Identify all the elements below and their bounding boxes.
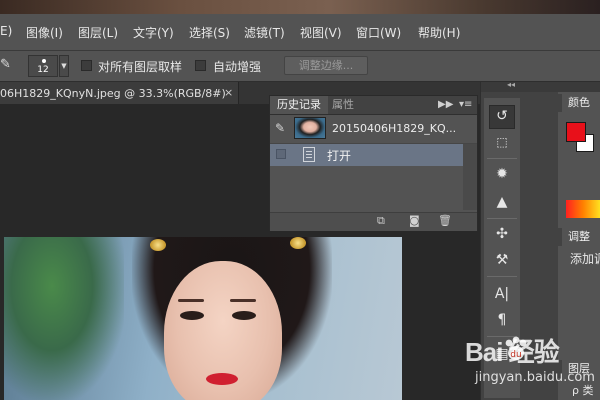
photo-foliage (4, 237, 124, 400)
brush-presets-icon[interactable]: ⚒ (490, 250, 514, 270)
panel-collapse-icon[interactable]: ▶▶ (438, 96, 453, 114)
photo-eye (180, 311, 204, 320)
document-tab[interactable]: 06H1829_KQnyN.jpeg @ 33.3%(RGB/8#) × (0, 82, 239, 104)
close-icon[interactable]: × (224, 86, 233, 99)
new-document-from-state-icon[interactable]: ⧉ (377, 214, 385, 228)
photo-eyebrow (178, 299, 204, 302)
document-icon (303, 147, 315, 162)
history-snapshot-row[interactable]: ✎ 20150406H1829_KQ... (270, 115, 477, 144)
paragraph-icon[interactable]: ¶ (490, 310, 514, 330)
menu-view[interactable]: 视图(V) (300, 24, 342, 41)
svg-text:du: du (510, 350, 521, 360)
brush-tip-icon (42, 59, 46, 63)
photo-face (164, 261, 282, 400)
menu-bar: E) 图像(I) 图层(L) 文字(Y) 选择(S) 滤镜(T) 视图(V) 窗… (0, 14, 600, 51)
menu-layer[interactable]: 图层(L) (78, 24, 118, 41)
quick-selection-tool-icon[interactable]: ✎ (0, 57, 11, 72)
history-brush-source-icon[interactable]: ✎ (275, 121, 285, 135)
history-panel-tabs: 历史记录 属性 ▶▶ ▾≡ (270, 96, 477, 115)
menu-help[interactable]: 帮助(H) (418, 24, 460, 41)
options-bar: ✎ 12 ▼ 对所有图层取样 自动增强 调整边缘... (0, 51, 600, 82)
color-tab-strip: 颜色 (558, 94, 600, 112)
tab-properties[interactable]: 属性 (332, 96, 354, 114)
foreground-color-swatch[interactable] (566, 122, 586, 142)
dock-grip[interactable]: ◂◂ (481, 80, 558, 92)
history-scrollbar[interactable] (463, 144, 477, 210)
brush-preset-picker[interactable]: 12 (28, 55, 58, 77)
photo-lips (206, 373, 238, 385)
adjust-tab-strip: 调整 (558, 228, 600, 246)
paw-icon: du (505, 336, 527, 360)
menu-window[interactable]: 窗口(W) (356, 24, 401, 41)
tab-history[interactable]: 历史记录 (270, 96, 328, 114)
panel-menu-icon[interactable]: ▾≡ (459, 96, 472, 114)
hair-ornament (290, 237, 306, 249)
refine-edge-button[interactable]: 调整边缘... (284, 56, 368, 75)
watermark-url: jingyan.baidu.com (475, 370, 595, 385)
history-step-open[interactable]: 打开 (270, 144, 463, 166)
history-brush-icon[interactable]: ↺ (490, 106, 514, 126)
photo-eyebrow (230, 299, 256, 302)
separator (487, 218, 517, 219)
dock-grip[interactable] (558, 82, 600, 92)
3d-icon[interactable]: ⬚ (490, 132, 514, 152)
auto-enhance-label: 自动增强 (213, 60, 262, 74)
document-photo-strip (0, 0, 600, 14)
trash-icon[interactable]: 🗑 (438, 214, 452, 227)
hair-ornament (150, 239, 166, 251)
brightness-icon[interactable]: ✹ (490, 164, 514, 184)
menu-filter[interactable]: 滤镜(T) (244, 24, 285, 41)
character-icon[interactable]: A| (490, 284, 514, 304)
history-panel-footer: ⧉ ◙ 🗑 (270, 212, 477, 231)
separator (487, 276, 517, 277)
sample-all-layers-checkbox[interactable] (81, 60, 92, 71)
document-photo (4, 237, 402, 400)
menu-type[interactable]: 文字(Y) (133, 24, 174, 41)
tab-color[interactable]: 颜色 (562, 94, 600, 112)
brush-dropdown-arrow-icon[interactable]: ▼ (59, 55, 69, 77)
histogram-icon[interactable]: ▲ (490, 192, 514, 212)
separator (487, 158, 517, 159)
add-adjustment-label: 添加调 (570, 252, 600, 266)
document-tab-title: 06H1829_KQnyN.jpeg @ 33.3%(RGB/8#) (0, 87, 226, 100)
camera-snapshot-icon[interactable]: ◙ (409, 214, 420, 227)
tab-adjustments[interactable]: 调整 (562, 228, 600, 246)
color-spectrum[interactable] (566, 200, 600, 218)
menu-select[interactable]: 选择(S) (189, 24, 230, 41)
history-step-label: 打开 (327, 149, 352, 163)
photo-eye (232, 311, 256, 320)
auto-enhance-checkbox[interactable] (195, 60, 206, 71)
baidu-jingyan-watermark: Bai 经验 du jingyan.baidu.com (455, 332, 600, 400)
brush-size-value: 12 (37, 65, 49, 75)
sample-all-layers-label: 对所有图层取样 (98, 60, 183, 74)
menu-image[interactable]: 图像(I) (26, 24, 63, 41)
snapshot-thumbnail (294, 117, 326, 139)
history-source-checkbox[interactable] (276, 149, 286, 159)
history-panel: 历史记录 属性 ▶▶ ▾≡ ✎ 20150406H1829_KQ... 打开 ⧉… (269, 95, 478, 231)
menu-edit[interactable]: E) (0, 24, 12, 38)
snapshot-name: 20150406H1829_KQ... (332, 122, 457, 135)
clone-source-icon[interactable]: ✣ (490, 224, 514, 244)
collapse-icon[interactable]: ◂◂ (507, 80, 515, 89)
